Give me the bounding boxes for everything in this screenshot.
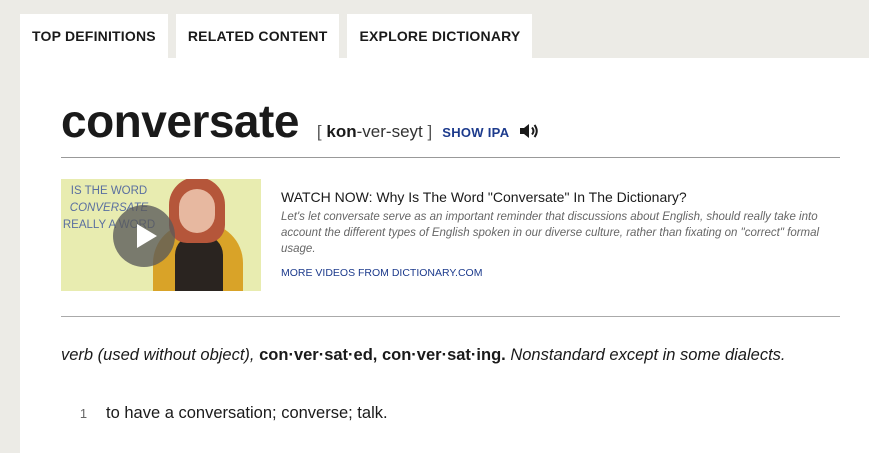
headword-row: conversate [ kon-ver-seyt ] SHOW IPA [61,94,539,148]
speaker-icon[interactable] [519,123,539,139]
top-tabs: TOP DEFINITIONS RELATED CONTENT EXPLORE … [20,14,533,58]
divider [61,157,840,158]
usage-note: Nonstandard except in some dialects. [510,346,786,364]
sense-text: to have a conversation; converse; talk. [106,404,388,422]
sense-item: 1 to have a conversation; converse; talk… [61,404,388,423]
show-ipa-link[interactable]: SHOW IPA [442,125,509,140]
pronunciation: [ kon-ver-seyt ] [317,122,432,142]
video-thumbnail[interactable]: IS THE WORD CONVERSATE REALLY A WORD [61,179,261,291]
inflected-forms: con·ver·sat·ed, con·ver·sat·ing. [259,346,506,364]
pron-rest: -ver-seyt [356,122,423,141]
part-of-speech: verb (used without object), [61,346,255,364]
pron-close-bracket: ] [427,122,433,141]
video-description: Let's let conversate serve as an importa… [281,211,820,255]
more-videos-link[interactable]: MORE VIDEOS FROM DICTIONARY.COM [281,267,482,279]
video-info: WATCH NOW: Why Is The Word "Conversate" … [281,189,846,281]
sense-number: 1 [79,406,88,421]
part-of-speech-line: verb (used without object), con·ver·sat·… [61,342,821,369]
tab-top-definitions[interactable]: TOP DEFINITIONS [20,14,168,58]
pron-open-bracket: [ [316,122,322,141]
divider [61,316,840,317]
headword: conversate [61,95,299,147]
video-title[interactable]: WATCH NOW: Why Is The Word "Conversate" … [281,189,846,205]
thumb-person-shirt [175,235,223,291]
play-icon [137,224,157,248]
thumb-person-face [179,189,215,233]
tab-related-content[interactable]: RELATED CONTENT [175,14,340,58]
pron-stressed-syllable: kon [326,122,357,141]
thumb-caption-line1: IS THE WORD [70,185,148,197]
tab-explore-dictionary[interactable]: EXPLORE DICTIONARY [347,14,533,58]
definition-panel: conversate [ kon-ver-seyt ] SHOW IPA IS … [20,58,869,453]
play-button[interactable] [113,205,175,267]
